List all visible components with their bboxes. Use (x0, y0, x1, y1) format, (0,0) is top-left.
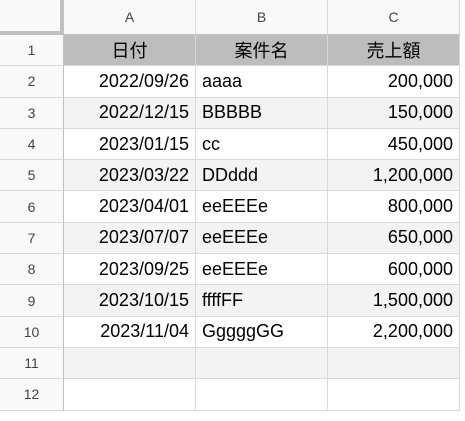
case-name-cell[interactable]: GggggGG (196, 316, 328, 348)
case-name-cell[interactable]: cc (196, 128, 328, 161)
row-header[interactable]: 4 (0, 128, 64, 161)
empty-cell[interactable] (328, 379, 460, 411)
empty-cell[interactable] (196, 379, 328, 411)
row-header[interactable]: 5 (0, 160, 64, 192)
case-name-cell[interactable]: eeEEEe (196, 254, 328, 286)
column-header-c[interactable]: C (328, 0, 460, 35)
row-header[interactable]: 8 (0, 254, 64, 286)
header-cell-date[interactable]: 日付 (64, 35, 196, 67)
row-header[interactable]: 12 (0, 379, 64, 411)
header-cell-sales[interactable]: 売上額 (328, 35, 460, 67)
sales-cell[interactable]: 800,000 (328, 191, 460, 223)
row-header[interactable]: 9 (0, 285, 64, 317)
sales-cell[interactable]: 150,000 (328, 97, 460, 129)
empty-cell[interactable] (328, 347, 460, 380)
case-name-cell[interactable]: aaaa (196, 66, 328, 98)
date-cell[interactable]: 2023/09/25 (64, 254, 196, 286)
date-cell[interactable]: 2023/10/15 (64, 285, 196, 317)
row-header[interactable]: 10 (0, 316, 64, 348)
sales-cell[interactable]: 650,000 (328, 222, 460, 255)
header-cell-case-name[interactable]: 案件名 (196, 35, 328, 67)
row-header[interactable]: 1 (0, 35, 64, 67)
date-cell[interactable]: 2022/09/26 (64, 66, 196, 98)
sales-cell[interactable]: 1,500,000 (328, 285, 460, 317)
column-header-b[interactable]: B (196, 0, 328, 35)
empty-cell[interactable] (64, 379, 196, 411)
date-cell[interactable]: 2023/03/22 (64, 160, 196, 192)
sales-cell[interactable]: 450,000 (328, 128, 460, 161)
spreadsheet-grid: A B C 1 日付 案件名 売上額 2 2022/09/26 aaaa 200… (0, 0, 460, 411)
case-name-cell[interactable]: DDddd (196, 160, 328, 192)
sales-cell[interactable]: 2,200,000 (328, 316, 460, 348)
date-cell[interactable]: 2023/01/15 (64, 128, 196, 161)
date-cell[interactable]: 2023/04/01 (64, 191, 196, 223)
row-header[interactable]: 2 (0, 66, 64, 98)
case-name-cell[interactable]: eeEEEe (196, 191, 328, 223)
row-header[interactable]: 11 (0, 347, 64, 380)
case-name-cell[interactable]: ffffFF (196, 285, 328, 317)
row-header[interactable]: 6 (0, 191, 64, 223)
column-header-a[interactable]: A (64, 0, 196, 35)
empty-cell[interactable] (64, 347, 196, 380)
sales-cell[interactable]: 1,200,000 (328, 160, 460, 192)
row-header[interactable]: 3 (0, 97, 64, 129)
empty-cell[interactable] (196, 347, 328, 380)
select-all-corner[interactable] (0, 0, 64, 35)
date-cell[interactable]: 2023/11/04 (64, 316, 196, 348)
sales-cell[interactable]: 200,000 (328, 66, 460, 98)
sales-cell[interactable]: 600,000 (328, 254, 460, 286)
date-cell[interactable]: 2023/07/07 (64, 222, 196, 255)
date-cell[interactable]: 2022/12/15 (64, 97, 196, 129)
row-header[interactable]: 7 (0, 222, 64, 255)
case-name-cell[interactable]: eeEEEe (196, 222, 328, 255)
case-name-cell[interactable]: BBBBB (196, 97, 328, 129)
